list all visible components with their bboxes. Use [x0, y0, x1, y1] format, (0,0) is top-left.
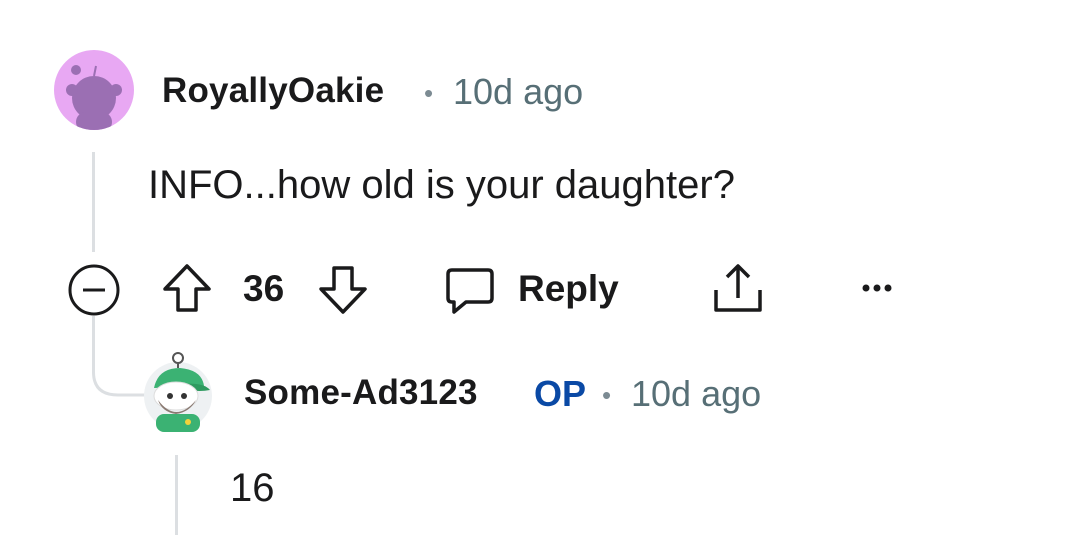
reply-timestamp: 10d ago [631, 373, 762, 414]
reply-button[interactable]: Reply [444, 260, 624, 320]
thread-line-main [92, 152, 95, 252]
vote-score: 36 [243, 268, 285, 309]
thread-line-reply [175, 455, 178, 535]
upvote-button[interactable] [160, 262, 214, 316]
collapse-icon [68, 264, 120, 316]
reply-author[interactable]: Some-Ad3123 [244, 373, 478, 413]
share-button[interactable] [710, 260, 766, 316]
snoo-avatar-icon [66, 65, 122, 130]
reply-body: 16 [230, 466, 275, 510]
avatar[interactable] [54, 50, 134, 130]
reply-meta-separator: • [602, 380, 612, 410]
snoo-avatar-green-cap-icon [144, 352, 212, 432]
reply-label: Reply [518, 268, 619, 309]
comment-body: INFO...how old is your daughter? [148, 163, 735, 207]
downvote-icon [319, 266, 367, 314]
reply-avatar[interactable] [140, 352, 216, 432]
comment-author[interactable]: RoyallyOakie [162, 71, 384, 111]
meta-separator: • [424, 78, 434, 108]
thread-line-to-collapse [92, 316, 95, 356]
ellipsis-icon [862, 284, 892, 292]
comment-bubble-icon [446, 268, 494, 314]
collapse-button[interactable] [66, 262, 122, 318]
comment-timestamp: 10d ago [453, 71, 584, 112]
more-options-button[interactable] [858, 276, 898, 300]
op-badge: OP [534, 373, 587, 414]
upvote-icon [163, 264, 211, 312]
downvote-button[interactable] [316, 262, 370, 316]
share-icon [714, 264, 762, 312]
